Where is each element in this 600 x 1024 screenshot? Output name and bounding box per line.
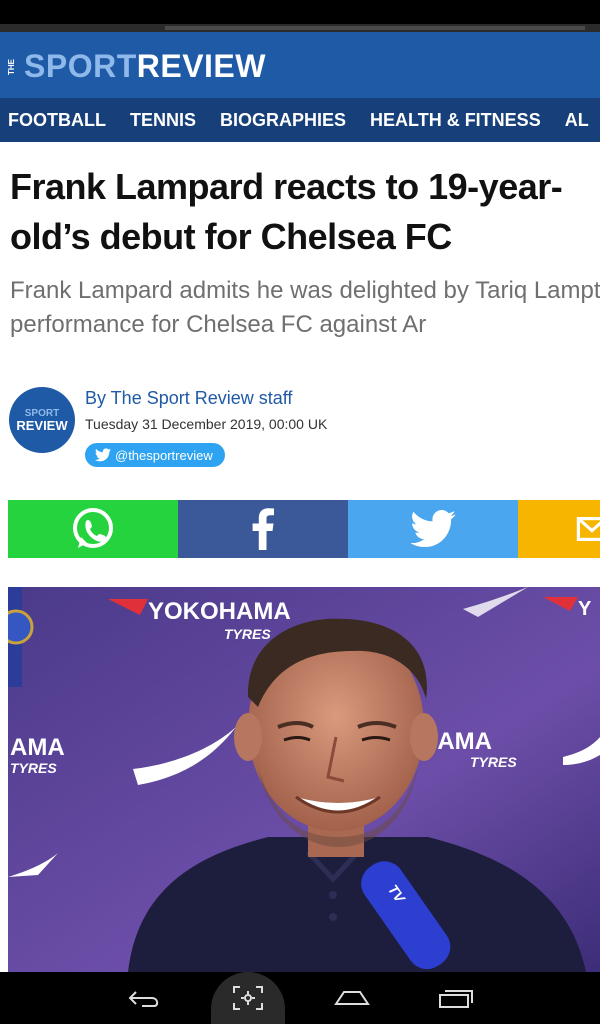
nav-item-tennis[interactable]: TENNIS	[118, 110, 208, 131]
avatar-text-review: REVIEW	[16, 418, 68, 433]
home-icon	[334, 991, 370, 1005]
share-facebook-button[interactable]	[178, 500, 348, 558]
backdrop-text-6: TYRES	[470, 754, 517, 770]
share-email-button[interactable]	[518, 500, 600, 558]
article-photo[interactable]: YOKOHAMA TYRES Y AMA TYRES HAMA TYRES TV	[8, 587, 600, 972]
logo-review: REVIEW	[136, 48, 266, 84]
publish-date: Tuesday 31 December 2019, 00:00 UK	[85, 416, 328, 432]
twitter-handle: @thesportreview	[115, 447, 213, 463]
recent-apps-icon	[439, 990, 473, 1008]
backdrop-text-4: TYRES	[10, 760, 57, 776]
nav-item-more[interactable]: AL	[553, 110, 600, 131]
main-nav: FOOTBALL TENNIS BIOGRAPHIES HEALTH & FIT…	[0, 98, 600, 142]
nav-item-biographies[interactable]: BIOGRAPHIES	[208, 110, 358, 131]
backdrop-text-2: TYRES	[224, 626, 271, 642]
share-twitter-button[interactable]	[348, 500, 518, 558]
share-whatsapp-button[interactable]	[8, 500, 178, 558]
back-icon	[128, 991, 159, 1007]
status-bar	[0, 0, 600, 32]
site-masthead: THE SPORTREVIEW	[0, 32, 600, 98]
system-nav-bar	[0, 972, 600, 1024]
author-avatar[interactable]: SPORT REVIEW	[9, 387, 75, 453]
press-conference-image: YOKOHAMA TYRES Y AMA TYRES HAMA TYRES TV	[8, 587, 600, 972]
author-byline[interactable]: By The Sport Review staff	[85, 388, 292, 409]
recent-apps-button[interactable]	[426, 972, 486, 1024]
twitter-icon	[95, 448, 111, 462]
logo-the: THE	[7, 59, 16, 75]
share-bar	[8, 500, 600, 558]
email-icon	[576, 517, 600, 541]
article-headline: Frank Lampard reacts to 19-year-old’s de…	[10, 166, 563, 257]
logo-sport: SPORT	[24, 48, 137, 84]
backdrop-text-1: YOKOHAMA	[148, 598, 291, 625]
whatsapp-icon	[73, 508, 113, 548]
twitter-icon	[410, 510, 456, 548]
screenshot-button[interactable]	[211, 972, 285, 1024]
twitter-follow-button[interactable]: @thesportreview	[85, 443, 225, 467]
facebook-icon	[252, 508, 274, 550]
nav-item-football[interactable]: FOOTBALL	[0, 110, 118, 131]
back-button[interactable]	[115, 972, 175, 1024]
article-standfirst: Frank Lampard admits he was delighted by…	[10, 277, 600, 338]
article-content: Frank Lampard reacts to 19-year-old’s de…	[0, 142, 600, 972]
site-logo[interactable]: SPORTREVIEW	[24, 48, 266, 84]
screenshot-icon	[233, 986, 263, 1010]
nav-item-health-fitness[interactable]: HEALTH & FITNESS	[358, 110, 553, 131]
home-button[interactable]	[322, 972, 382, 1024]
svg-text:Y: Y	[578, 598, 592, 620]
backdrop-text-3: AMA	[10, 734, 65, 761]
browser-progress	[165, 26, 585, 30]
